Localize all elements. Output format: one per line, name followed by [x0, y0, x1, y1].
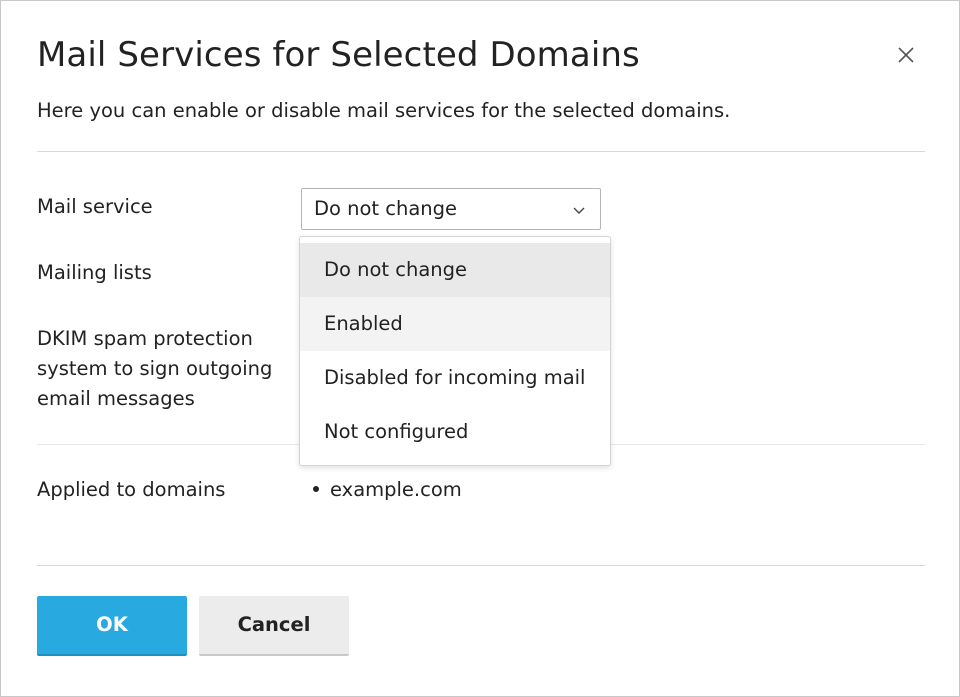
- header-divider: [37, 151, 925, 152]
- option-enabled[interactable]: Enabled: [300, 297, 610, 351]
- applied-to-domains-label: Applied to domains: [37, 478, 226, 501]
- bullet-icon: [313, 485, 319, 492]
- dialog-description: Here you can enable or disable mail serv…: [37, 99, 731, 122]
- mail-services-dialog: Mail Services for Selected Domains Here …: [0, 0, 960, 697]
- option-do-not-change[interactable]: Do not change: [300, 243, 610, 297]
- mail-service-dropdown: Do not change Enabled Disabled for incom…: [299, 236, 611, 466]
- select-value: Do not change: [314, 197, 458, 220]
- cancel-button[interactable]: Cancel: [199, 596, 349, 656]
- dialog-title: Mail Services for Selected Domains: [37, 35, 640, 75]
- mail-service-select[interactable]: Do not change: [301, 188, 601, 230]
- domain-list: example.com: [313, 475, 462, 505]
- option-disabled-for-incoming-mail[interactable]: Disabled for incoming mail: [300, 351, 610, 405]
- chevron-down-icon: [572, 203, 586, 217]
- mailing-lists-label: Mailing lists: [37, 261, 152, 284]
- mail-service-label: Mail service: [37, 195, 153, 218]
- dkim-label: DKIM spam protection system to sign outg…: [37, 327, 273, 410]
- option-not-configured[interactable]: Not configured: [300, 405, 610, 459]
- domain-name: example.com: [330, 478, 462, 501]
- ok-button[interactable]: OK: [37, 596, 187, 656]
- footer-divider: [37, 565, 925, 566]
- close-icon[interactable]: [894, 43, 918, 67]
- list-item: example.com: [313, 475, 462, 505]
